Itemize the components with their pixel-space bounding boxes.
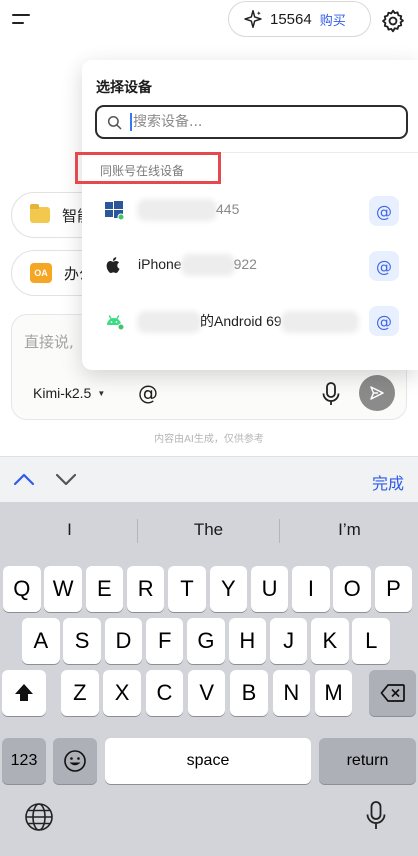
mention-device-button[interactable]: @ xyxy=(369,196,399,226)
letter-key[interactable]: T xyxy=(168,566,206,612)
letter-key[interactable]: S xyxy=(63,618,101,664)
text-cursor xyxy=(130,113,132,131)
popover-title: 选择设备 xyxy=(96,80,152,96)
gear-icon[interactable] xyxy=(380,8,406,34)
device-name: 的Android 69 xyxy=(138,311,358,331)
annotation-highlight-box xyxy=(75,152,221,184)
credits-pill[interactable]: 15564 购买 xyxy=(228,1,371,37)
composer-placeholder: 直接说, xyxy=(24,333,74,351)
dictation-mic-icon[interactable] xyxy=(365,800,387,832)
device-picker-popover: 选择设备 同账号在线设备 445 @ iPhone922 @ xyxy=(75,60,418,370)
globe-icon[interactable] xyxy=(24,802,54,832)
return-key[interactable]: return xyxy=(319,738,416,784)
done-button[interactable]: 完成 xyxy=(372,470,404,494)
letter-key[interactable]: C xyxy=(145,670,184,716)
emoji-key[interactable] xyxy=(53,738,97,784)
buy-button[interactable]: 购买 xyxy=(320,10,346,29)
folder-icon xyxy=(30,204,50,223)
letter-key[interactable]: N xyxy=(272,670,311,716)
letter-key[interactable]: H xyxy=(228,618,267,664)
mention-device-button[interactable]: @ xyxy=(369,306,399,336)
shift-icon xyxy=(15,684,33,701)
send-button[interactable] xyxy=(359,375,395,411)
keyboard-accessory-bar: 完成 xyxy=(0,456,418,502)
letter-key[interactable]: W xyxy=(44,566,82,612)
suggestion-divider xyxy=(137,519,138,543)
oa-icon: OA xyxy=(30,263,52,283)
model-selector[interactable]: Kimi-k2.5 ▼ xyxy=(33,385,105,401)
letter-key[interactable]: F xyxy=(145,618,184,664)
letter-key[interactable]: O xyxy=(333,566,371,612)
device-row-windows[interactable]: 445 @ xyxy=(82,186,418,236)
letter-key[interactable]: K xyxy=(311,618,349,664)
credits-count: 15564 xyxy=(270,10,312,28)
letter-key[interactable]: A xyxy=(22,618,60,664)
shift-key[interactable] xyxy=(2,670,46,716)
caret-down-icon: ▼ xyxy=(97,388,106,398)
search-icon xyxy=(107,115,122,129)
device-name: iPhone 922 xyxy=(138,256,257,273)
letter-key[interactable]: L xyxy=(352,618,390,664)
letter-key[interactable]: J xyxy=(269,618,308,664)
ios-keyboard: I The I’m QWERTYUIOPASDFGHJKLZXCVBNM 123… xyxy=(0,502,418,856)
letter-key[interactable]: U xyxy=(250,566,289,612)
device-name: 445 xyxy=(138,201,239,218)
send-icon xyxy=(370,386,384,400)
suggestion-3[interactable]: I’m xyxy=(280,510,418,550)
letter-key[interactable]: Y xyxy=(209,566,248,612)
space-key[interactable]: space xyxy=(105,738,311,784)
device-search-input[interactable] xyxy=(133,114,393,130)
menu-icon[interactable] xyxy=(12,14,32,28)
suggestion-2[interactable]: The xyxy=(139,510,278,550)
backspace-key[interactable] xyxy=(369,670,416,716)
windows-icon xyxy=(105,201,124,220)
chevron-down-icon[interactable] xyxy=(54,469,78,489)
letter-key[interactable]: M xyxy=(314,670,353,716)
apple-icon xyxy=(106,257,120,273)
letter-key[interactable]: Q xyxy=(3,566,41,612)
device-row-android[interactable]: 的Android 69 @ xyxy=(82,296,418,346)
letter-key[interactable]: P xyxy=(374,566,413,612)
letter-key[interactable]: D xyxy=(104,618,143,664)
device-search-box[interactable] xyxy=(95,105,408,139)
device-row-iphone[interactable]: iPhone 922 @ xyxy=(82,241,418,291)
microphone-icon[interactable] xyxy=(320,381,342,407)
sparkle-icon xyxy=(244,9,262,29)
mention-device-button[interactable]: @ xyxy=(369,251,399,281)
android-icon xyxy=(107,315,124,330)
letter-key[interactable]: B xyxy=(230,670,268,716)
model-label: Kimi-k2.5 xyxy=(33,385,92,401)
numbers-key[interactable]: 123 xyxy=(2,738,46,784)
letter-key[interactable]: R xyxy=(126,566,165,612)
letter-key[interactable]: G xyxy=(187,618,225,664)
letter-key[interactable]: Z xyxy=(61,670,99,716)
backspace-icon xyxy=(380,684,405,702)
emoji-icon xyxy=(64,750,86,772)
letter-key[interactable]: V xyxy=(187,670,226,716)
mention-button[interactable]: @ xyxy=(138,381,158,405)
ai-disclaimer: 内容由AI生成，仅供参考 xyxy=(154,434,264,445)
letter-key[interactable]: I xyxy=(292,566,330,612)
chevron-up-icon[interactable] xyxy=(12,469,36,489)
letter-key[interactable]: E xyxy=(85,566,124,612)
letter-key[interactable]: X xyxy=(103,670,141,716)
suggestion-1[interactable]: I xyxy=(0,510,139,550)
